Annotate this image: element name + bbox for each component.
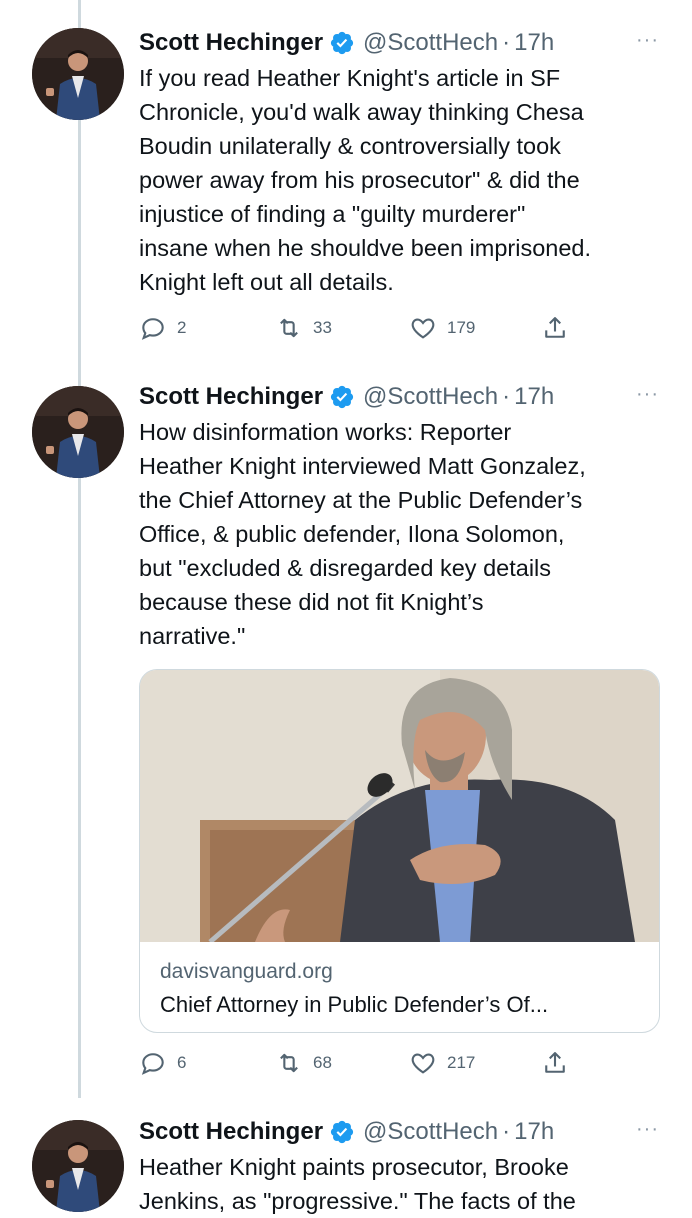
author-name[interactable]: Scott Hechinger xyxy=(139,29,323,57)
reply-icon xyxy=(141,318,164,340)
reply-icon xyxy=(141,1053,164,1075)
article-photo xyxy=(140,670,659,942)
author-handle[interactable]: @ScottHech xyxy=(363,1118,498,1146)
share-button[interactable] xyxy=(541,1049,579,1077)
retweet-count: 33 xyxy=(313,318,332,337)
tweet-text: Heather Knight paints prosecutor, Brooke… xyxy=(139,1154,576,1214)
like-count: 179 xyxy=(447,318,476,337)
card-domain: davisvanguard.org xyxy=(160,960,333,983)
tweet-text: How disinformation works: Reporter Heath… xyxy=(139,419,586,649)
heart-icon xyxy=(411,1053,435,1074)
more-options-icon[interactable]: ··· xyxy=(636,1118,659,1141)
tweet-text: If you read Heather Knight's article in … xyxy=(139,65,592,295)
heart-icon xyxy=(411,318,435,339)
link-preview-card[interactable]: davisvanguard.org Chief Attorney in Publ… xyxy=(139,669,660,1033)
separator-dot: · xyxy=(502,29,511,56)
retweet-icon xyxy=(280,318,298,338)
retweet-button[interactable]: 68 xyxy=(275,1049,332,1077)
like-button[interactable]: 179 xyxy=(409,314,475,342)
verified-badge-icon xyxy=(329,1119,355,1145)
share-icon xyxy=(545,1052,565,1073)
separator-dot: · xyxy=(502,1118,511,1145)
like-button[interactable]: 217 xyxy=(409,1049,475,1077)
avatar[interactable] xyxy=(32,28,124,120)
retweet-count: 68 xyxy=(313,1053,332,1072)
verified-badge-icon xyxy=(329,384,355,410)
more-options-icon[interactable]: ··· xyxy=(636,383,659,406)
reply-count: 2 xyxy=(177,318,187,337)
share-button[interactable] xyxy=(541,314,579,342)
more-options-icon[interactable]: ··· xyxy=(636,29,659,52)
tweet-timestamp[interactable]: 17h xyxy=(514,383,554,411)
retweet-icon xyxy=(280,1053,298,1073)
author-handle[interactable]: @ScottHech xyxy=(363,383,498,411)
author-name[interactable]: Scott Hechinger xyxy=(139,1118,323,1146)
reply-count: 6 xyxy=(177,1053,187,1072)
reply-button[interactable]: 2 xyxy=(139,314,186,342)
tweet-timestamp[interactable]: 17h xyxy=(514,1118,554,1146)
reply-button[interactable]: 6 xyxy=(139,1049,186,1077)
avatar[interactable] xyxy=(32,386,124,478)
avatar[interactable] xyxy=(32,1120,124,1212)
share-icon xyxy=(545,317,565,338)
verified-badge-icon xyxy=(329,30,355,56)
card-title: Chief Attorney in Public Defender’s Of..… xyxy=(160,992,549,1017)
retweet-button[interactable]: 33 xyxy=(275,314,332,342)
separator-dot: · xyxy=(502,383,511,410)
tweet-timestamp[interactable]: 17h xyxy=(514,29,554,57)
like-count: 217 xyxy=(447,1053,476,1072)
author-handle[interactable]: @ScottHech xyxy=(363,29,498,57)
author-name[interactable]: Scott Hechinger xyxy=(139,383,323,411)
thread-connector-line xyxy=(78,0,81,1098)
